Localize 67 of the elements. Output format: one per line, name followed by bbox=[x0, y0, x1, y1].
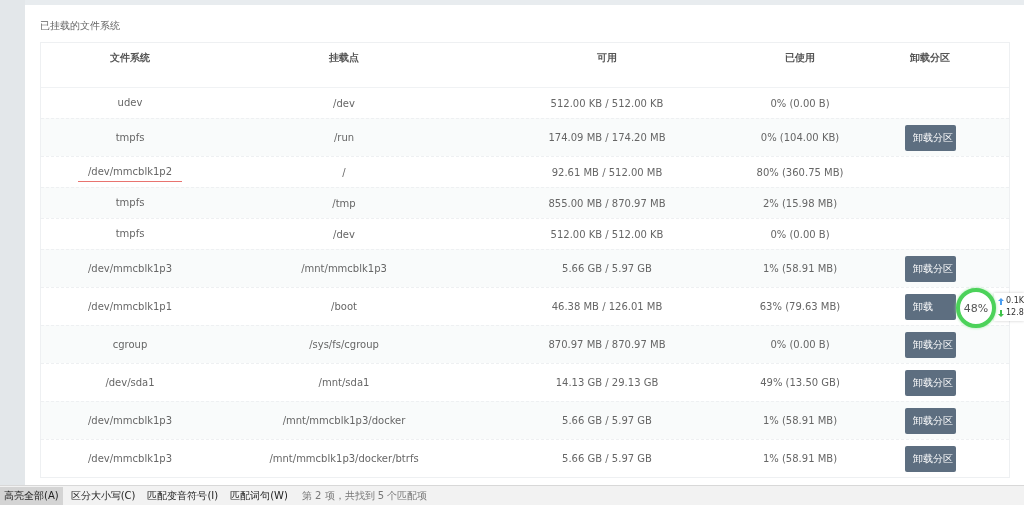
download-arrow-icon bbox=[998, 309, 1004, 317]
table-cell: 5.66 GB / 5.97 GB bbox=[562, 453, 652, 464]
unmount-button[interactable]: 卸载分区 bbox=[904, 331, 956, 358]
table-cell-text: /dev/mmcblk1p1 bbox=[86, 300, 174, 314]
table-cell: 46.38 MB / 126.01 MB bbox=[551, 301, 663, 312]
download-speed: 12.8 bbox=[1006, 307, 1024, 319]
table-cell-text: /dev/mmcblk1p3 bbox=[86, 414, 174, 428]
table-cell-text: /dev/sda1 bbox=[104, 376, 156, 390]
upload-arrow-icon bbox=[998, 297, 1004, 305]
table-cell: / bbox=[342, 166, 346, 178]
column-header: 文件系统 bbox=[109, 51, 151, 65]
unmount-button[interactable]: 卸载 bbox=[904, 293, 956, 320]
table-cell: /mnt/mmcblk1p3/docker bbox=[282, 415, 406, 426]
table-cell: 63% (79.63 MB) bbox=[759, 301, 841, 312]
table-cell: 0% (0.00 B) bbox=[770, 339, 830, 350]
table-cell: 870.97 MB / 870.97 MB bbox=[548, 339, 666, 350]
table-cell: /mnt/mmcblk1p3 bbox=[301, 263, 387, 274]
table-cell: /boot bbox=[331, 301, 357, 312]
table-cell: 2% (15.98 MB) bbox=[762, 197, 838, 209]
table-cell: /mnt/sda1 bbox=[318, 377, 370, 388]
table-cell-text: /dev/mmcblk1p3 bbox=[86, 262, 174, 276]
table-cell: 5.66 GB / 5.97 GB bbox=[562, 415, 652, 426]
unmount-button[interactable]: 卸载分区 bbox=[904, 407, 956, 434]
table-cell: 0% (104.00 KB) bbox=[760, 132, 840, 143]
find-option-button[interactable]: 区分大小写(C) bbox=[66, 486, 140, 505]
table-cell: 855.00 MB / 870.97 MB bbox=[548, 197, 666, 209]
table-cell: 1% (58.91 MB) bbox=[762, 263, 838, 274]
table-cell: 5.66 GB / 5.97 GB bbox=[562, 263, 652, 274]
column-header: 卸载分区 bbox=[909, 51, 951, 65]
table-cell-text: tmpfs bbox=[114, 131, 146, 145]
table-cell-text: tmpfs bbox=[114, 197, 146, 210]
column-header: 可用 bbox=[596, 51, 618, 65]
upload-speed: 0.1K bbox=[1006, 295, 1024, 307]
table-cell: /dev bbox=[333, 97, 355, 109]
unmount-button[interactable]: 卸载分区 bbox=[904, 255, 956, 282]
table-cell: /dev/mmcblk1p2 bbox=[77, 166, 183, 182]
table-cell: 92.61 MB / 512.00 MB bbox=[551, 166, 663, 178]
table-cell-text: tmpfs bbox=[114, 228, 146, 241]
table-cell: 14.13 GB / 29.13 GB bbox=[555, 377, 659, 388]
find-option-button[interactable]: 匹配词句(W) bbox=[226, 486, 292, 505]
unmount-button[interactable]: 卸载分区 bbox=[904, 124, 956, 151]
table-cell: 512.00 KB / 512.00 KB bbox=[550, 228, 664, 240]
table-cell: /dev bbox=[333, 228, 355, 240]
table-cell: 0% (0.00 B) bbox=[770, 97, 830, 109]
table-cell: 1% (58.91 MB) bbox=[762, 453, 838, 464]
table-cell: 1% (58.91 MB) bbox=[762, 415, 838, 426]
find-status: 第 2 项，共找到 5 个匹配项 bbox=[301, 488, 428, 503]
unmount-button[interactable]: 卸载分区 bbox=[904, 369, 956, 396]
usage-percent: 48% bbox=[963, 301, 989, 315]
section-title: 已挂载的文件系统 bbox=[40, 19, 121, 33]
table-cell: 49% (13.50 GB) bbox=[760, 377, 840, 388]
find-option-button[interactable]: 匹配变音符号(I) bbox=[143, 486, 223, 505]
table-cell-text: udev bbox=[116, 97, 144, 110]
table-cell-text: cgroup bbox=[111, 338, 149, 352]
table-cell: /run bbox=[333, 132, 355, 143]
table-cell: 0% (0.00 B) bbox=[770, 228, 830, 240]
table-cell: 512.00 KB / 512.00 KB bbox=[550, 97, 664, 109]
column-header: 已使用 bbox=[784, 51, 816, 65]
table-cell: /sys/fs/cgroup bbox=[309, 339, 379, 350]
table-cell-text: /dev/mmcblk1p3 bbox=[86, 452, 174, 466]
find-option-button[interactable]: 高亮全部(A) bbox=[0, 486, 63, 505]
column-header: 挂载点 bbox=[328, 51, 360, 65]
unmount-button[interactable]: 卸载分区 bbox=[904, 445, 956, 472]
table-cell: 174.09 MB / 174.20 MB bbox=[548, 132, 666, 143]
table-cell: 80% (360.75 MB) bbox=[756, 166, 844, 178]
table-cell: /tmp bbox=[332, 197, 356, 209]
table-cell: /mnt/mmcblk1p3/docker/btrfs bbox=[269, 453, 419, 464]
